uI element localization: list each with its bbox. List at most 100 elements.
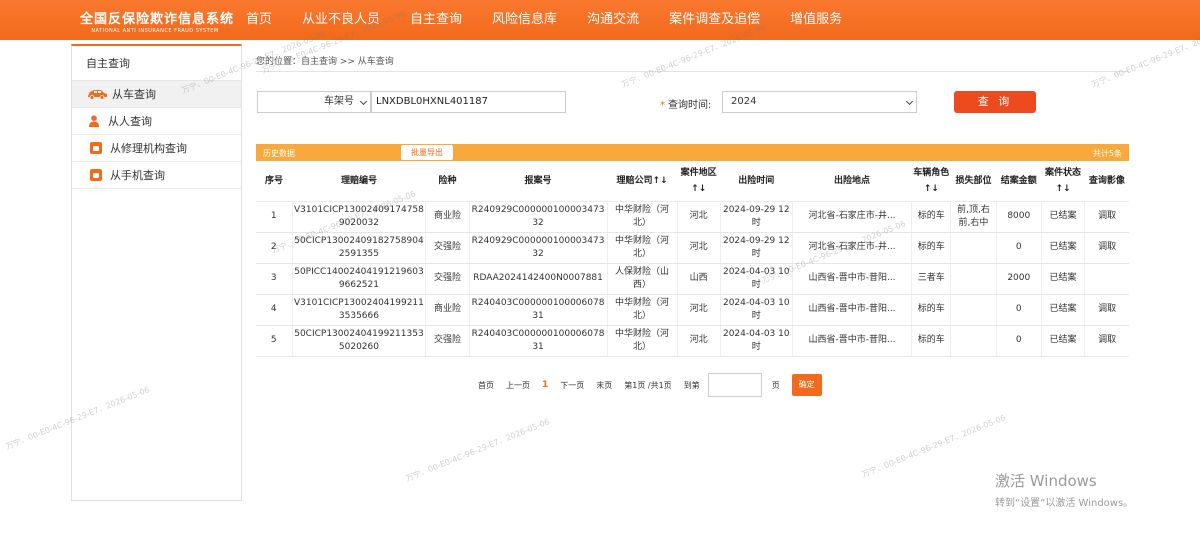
logo-title: 全国反保险欺诈信息系统: [80, 12, 235, 27]
next-page-link[interactable]: 下一页: [560, 380, 584, 391]
cell-insurance-type: 交强险: [425, 263, 470, 295]
page-number-input[interactable]: [707, 373, 762, 397]
nav-home[interactable]: 首页: [246, 0, 272, 40]
cell-damage: 前,顶,右前,右中: [950, 201, 997, 233]
nav-risk-db[interactable]: 风险信息库: [492, 0, 557, 40]
cell-image[interactable]: 调取: [1084, 325, 1129, 357]
cell-claim-no: V3101CICP130024041992113535666: [292, 294, 427, 326]
cell-place: 山西省-晋中市-昔阳...: [792, 325, 913, 357]
search-type-select[interactable]: 车架号: [257, 91, 371, 113]
nav-communication[interactable]: 沟通交流: [587, 0, 639, 40]
cell-insurance-type: 商业险: [425, 201, 470, 233]
cell-region: 山西: [677, 263, 721, 295]
repair-shop-icon: [90, 142, 102, 154]
sidebar-item-person-query[interactable]: 从人查询: [72, 108, 241, 135]
col-header-amount: 结案金额: [996, 161, 1042, 202]
cell-insurance-type: 商业险: [425, 294, 470, 326]
chevron-down-icon: [905, 97, 914, 106]
cell-place: 河北省-石家庄市-井...: [792, 232, 913, 264]
cell-damage: [950, 263, 997, 295]
cell-region: 河北: [677, 294, 721, 326]
prev-page-link[interactable]: 上一页: [506, 380, 530, 391]
cell-no: 4: [256, 294, 293, 326]
cell-damage: [950, 232, 997, 264]
first-page-link[interactable]: 首页: [478, 380, 494, 391]
cell-amount: 8000: [996, 201, 1042, 233]
cell-report-no: R240403C00000010000607831: [469, 325, 608, 357]
cell-amount: 0: [996, 294, 1042, 326]
col-header-no: 序号: [256, 161, 293, 202]
col-header-company[interactable]: 理赔公司↑↓: [607, 161, 678, 202]
top-nav-bar: 全国反保险欺诈信息系统 NATIONAL ANTI INSURANCE FRAU…: [0, 0, 1200, 40]
last-page-link[interactable]: 末页: [596, 380, 612, 391]
col-header-report-no: 报案号: [469, 161, 608, 202]
cell-damage: [950, 325, 997, 357]
chevron-down-icon: [359, 97, 368, 106]
sidebar: 自主查询 从车查询 从人查询 从修理机构查询 从手机查询: [71, 44, 242, 501]
car-icon: [88, 90, 107, 100]
sidebar-item-phone-query[interactable]: 从手机查询: [72, 162, 241, 189]
col-header-claim-no: 理赔编号: [292, 161, 426, 202]
sidebar-item-vehicle-query[interactable]: 从车查询: [72, 81, 241, 108]
year-select[interactable]: 2024: [722, 91, 917, 113]
nav-bad-personnel[interactable]: 从业不良人员: [302, 0, 380, 40]
col-header-image: 查询影像: [1084, 161, 1129, 202]
cell-place: 山西省-晋中市-昔阳...: [792, 294, 913, 326]
cell-status: 已结案: [1041, 325, 1086, 357]
cell-report-no: R240403C00000010000607831: [469, 294, 608, 326]
query-button[interactable]: 查 询: [954, 91, 1036, 113]
sidebar-item-label: 从人查询: [108, 114, 152, 128]
system-logo[interactable]: 全国反保险欺诈信息系统 NATIONAL ANTI INSURANCE FRAU…: [80, 8, 235, 34]
table-header-row: 序号 理赔编号 险种 报案号 理赔公司↑↓ 案件地区↑↓ 出险时间 出险地点 车…: [256, 161, 1129, 202]
cell-report-no: R240929C00000010000347332: [469, 201, 608, 233]
nav-self-query[interactable]: 自主查询: [410, 0, 462, 40]
cell-vehicle-role: 标的车: [911, 232, 952, 264]
goto-confirm-button[interactable]: 确定: [791, 374, 822, 396]
cell-company: 中华财险（河北）: [607, 232, 678, 264]
sidebar-item-repair-query[interactable]: 从修理机构查询: [72, 135, 241, 162]
vin-input[interactable]: LNXDBL0HXNL401187: [371, 91, 566, 113]
cell-amount: 0: [996, 232, 1042, 264]
col-header-vehicle-role[interactable]: 车辆角色↑↓: [911, 161, 951, 202]
table-row: 5 50CICP130024041992113535020260 交强险 R24040…: [256, 325, 1129, 357]
cell-no: 3: [256, 263, 293, 295]
sidebar-item-label: 从车查询: [112, 87, 156, 101]
cell-status: 已结案: [1041, 263, 1086, 295]
nav-value-added[interactable]: 增值服务: [790, 0, 842, 40]
breadcrumb: 您的位置：自主查询 >> 从车查询: [256, 57, 394, 67]
cell-insurance-type: 交强险: [425, 325, 470, 357]
col-header-status[interactable]: 案件状态↑↓: [1041, 161, 1085, 202]
windows-activation-notice: 激活 Windows 转到“设置”以激活 Windows。: [995, 470, 1133, 509]
cell-image[interactable]: 调取: [1084, 294, 1129, 326]
batch-export-button[interactable]: 批量导出: [401, 145, 453, 160]
current-page[interactable]: 1: [542, 380, 548, 390]
cell-region: 河北: [677, 232, 721, 264]
history-data-label: 历史数据: [263, 149, 295, 158]
cell-time: 2024-09-29 12时: [720, 201, 793, 233]
cell-vehicle-role: 三者车: [911, 263, 952, 295]
cell-report-no: RDAA2024142400N0007881: [469, 263, 608, 295]
query-time-label: * 查询时间:: [660, 96, 711, 111]
windows-activation-title: 激活 Windows: [995, 472, 1097, 490]
cell-claim-no: V3101CICP130024091747589020032: [292, 201, 427, 233]
col-header-insurance-type: 险种: [425, 161, 470, 202]
cell-status: 已结案: [1041, 294, 1086, 326]
cell-damage: [950, 294, 997, 326]
cell-time: 2024-04-03 10时: [720, 294, 793, 326]
nav-case-investigation[interactable]: 案件调查及追偿: [669, 0, 760, 40]
cell-image[interactable]: 调取: [1084, 201, 1129, 233]
required-mark: *: [660, 100, 665, 111]
cell-claim-no: 50CICP130024041992113535020260: [292, 325, 427, 357]
cell-time: 2024-04-03 10时: [720, 263, 793, 295]
cell-amount: 2000: [996, 263, 1042, 295]
cell-vehicle-role: 标的车: [911, 325, 952, 357]
cell-company: 中华财险（河北）: [607, 294, 678, 326]
col-header-region[interactable]: 案件地区↑↓: [677, 161, 721, 202]
cell-vehicle-role: 标的车: [911, 294, 952, 326]
cell-image[interactable]: 调取: [1084, 232, 1129, 264]
cell-company: 中华财险（河北）: [607, 325, 678, 357]
cell-time: 2024-09-29 12时: [720, 232, 793, 264]
query-time-text: 查询时间:: [668, 100, 712, 111]
sidebar-item-label: 从修理机构查询: [110, 141, 187, 155]
main-nav: 首页 从业不良人员 自主查询 风险信息库 沟通交流 案件调查及追偿 增值服务: [246, 0, 872, 40]
